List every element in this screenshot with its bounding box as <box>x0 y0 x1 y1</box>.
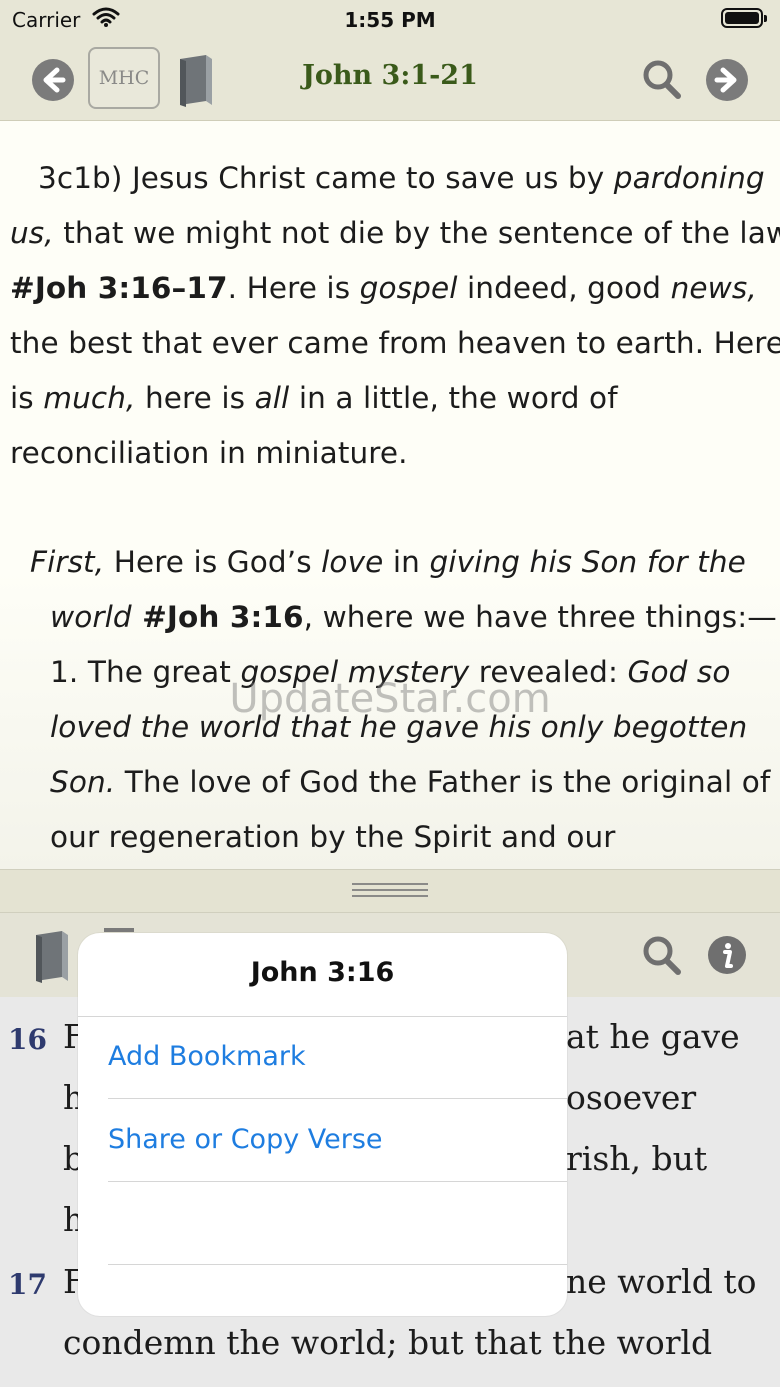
scripture-link[interactable]: #Joh 3:16 <box>132 600 304 634</box>
verse-text-fragment: condemn the world; but that the world <box>63 1323 713 1362</box>
popover-separator <box>108 1181 567 1182</box>
grip-line <box>352 889 428 891</box>
share-or-copy-verse-button[interactable]: Share or Copy Verse <box>108 1124 383 1155</box>
commentary-line: reconciliation in miniature. <box>10 436 408 470</box>
popover-title: John 3:16 <box>250 957 395 988</box>
split-divider-handle[interactable] <box>0 869 780 913</box>
commentary-line: First, Here is God’s love in giving his … <box>30 545 746 579</box>
verse-text-fragment: osoever <box>566 1078 697 1117</box>
battery-icon <box>721 8 767 28</box>
info-icon[interactable] <box>707 935 747 975</box>
commentary-line: is much, here is all in a little, the wo… <box>10 381 618 415</box>
add-bookmark-button[interactable]: Add Bookmark <box>108 1041 306 1072</box>
search-icon[interactable] <box>642 935 682 977</box>
grip-line <box>352 883 428 885</box>
status-bar: Carrier 1:55 PM <box>0 0 780 40</box>
verse-text-fragment: rish, but <box>566 1139 708 1178</box>
verse-number[interactable]: 17 <box>8 1268 47 1301</box>
watermark: UpdateStar.com <box>229 676 551 722</box>
clock-label: 1:55 PM <box>344 8 436 32</box>
popover-separator <box>108 1264 567 1265</box>
top-toolbar: MHC John 3:1-21 <box>0 40 780 121</box>
popover-separator <box>78 1016 567 1017</box>
commentary-line: 3c1b) Jesus Christ came to save us by pa… <box>38 161 765 195</box>
commentary-line: Son. The love of God the Father is the o… <box>50 765 771 799</box>
popover-separator <box>108 1098 567 1099</box>
book-icon[interactable] <box>32 929 72 983</box>
commentary-line: world #Joh 3:16, where we have three thi… <box>50 600 777 634</box>
verse-number[interactable]: 16 <box>8 1023 47 1056</box>
commentary-pane[interactable]: 3c1b) Jesus Christ came to save us by pa… <box>0 121 780 869</box>
verse-text-fragment: at he gave <box>566 1017 740 1056</box>
commentary-line: our regeneration by the Spirit and our <box>50 820 616 854</box>
search-icon[interactable] <box>642 59 682 101</box>
verse-actions-popover: John 3:16 Add Bookmark Share or Copy Ver… <box>78 933 567 1316</box>
menu-icon[interactable] <box>104 928 134 932</box>
commentary-line: us, that we might not die by the sentenc… <box>10 216 780 250</box>
forward-arrow-icon[interactable] <box>705 58 749 102</box>
verse-text-fragment: ne world to <box>566 1262 757 1301</box>
commentary-line: the best that ever came from heaven to e… <box>10 326 780 360</box>
scripture-link[interactable]: #Joh 3:16–17 <box>10 271 228 305</box>
commentary-line: #Joh 3:16–17. Here is gospel indeed, goo… <box>10 271 757 305</box>
grip-line <box>352 895 428 897</box>
